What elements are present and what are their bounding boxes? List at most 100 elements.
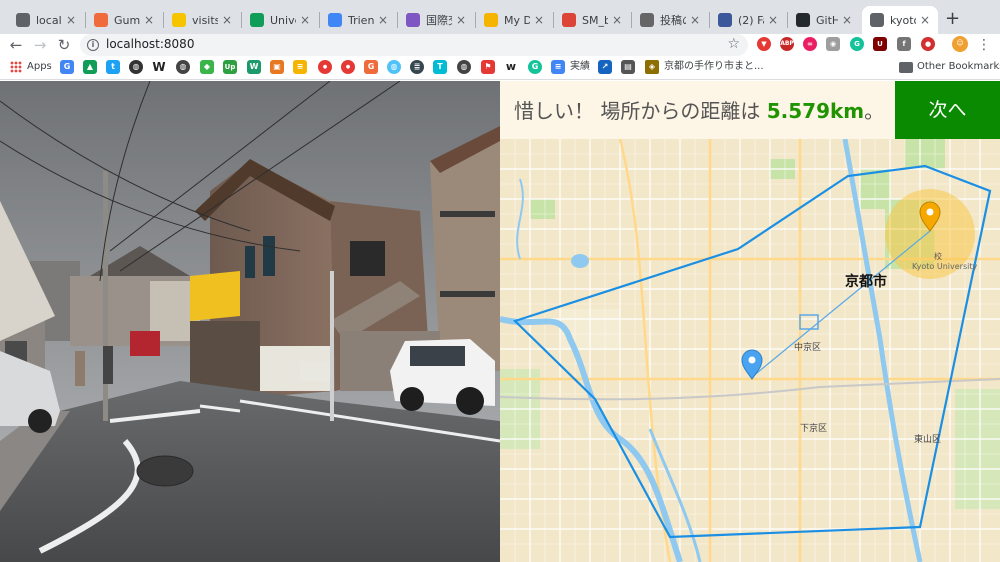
tab-label: kyoto_g bbox=[890, 13, 916, 27]
tab-7[interactable]: SM_boo × bbox=[554, 6, 630, 34]
city-label: 京都市 bbox=[845, 274, 887, 290]
toolbar: ← → ↻ i localhost:8080 ☆ ▼ ABP ∞ ◉ G U f… bbox=[0, 34, 1000, 56]
globe-blue-icon[interactable]: ◍ bbox=[387, 60, 401, 74]
info-icon[interactable]: i bbox=[87, 39, 99, 51]
close-tab-icon[interactable]: × bbox=[144, 13, 156, 27]
forward-button[interactable]: → bbox=[30, 34, 50, 56]
stack-icon[interactable]: ≣ bbox=[410, 60, 424, 74]
ublock-icon[interactable]: U bbox=[873, 37, 887, 51]
tab-11[interactable]: kyoto_g × bbox=[862, 6, 938, 34]
slides-icon[interactable]: ≡ bbox=[293, 60, 307, 74]
orange-bookmark-icon[interactable]: ▣ bbox=[270, 60, 284, 74]
globe-icon bbox=[16, 13, 30, 27]
result-bar: 惜しい！ 場所からの距離は 5.579km。 bbox=[500, 81, 895, 139]
visits-icon bbox=[172, 13, 186, 27]
tab-label: Gumroa bbox=[114, 13, 140, 27]
close-tab-icon[interactable]: × bbox=[378, 13, 390, 27]
camera-icon[interactable]: ◉ bbox=[826, 37, 840, 51]
address-bar[interactable]: i localhost:8080 ☆ bbox=[80, 34, 748, 56]
t-bookmark-icon[interactable]: T bbox=[433, 60, 447, 74]
twitter-icon[interactable]: t bbox=[106, 60, 120, 74]
rakuten-icon[interactable]: ● bbox=[341, 60, 355, 74]
facebook-ext-icon[interactable]: f bbox=[897, 37, 911, 51]
tab-strip: localho × Gumroa × visits - × Univers × Trienna ×… bbox=[0, 0, 1000, 34]
distance-value: 5.579km bbox=[766, 99, 865, 123]
street-scene bbox=[0, 81, 500, 562]
drive-bookmark-icon[interactable]: ▲ bbox=[83, 60, 97, 74]
tab-0[interactable]: localho × bbox=[8, 6, 84, 34]
tab-label: visits - bbox=[192, 13, 218, 27]
globe-bookmark-icon[interactable]: ◍ bbox=[129, 60, 143, 74]
new-tab-button[interactable]: + bbox=[945, 8, 960, 29]
upwork-icon[interactable]: Up bbox=[223, 60, 237, 74]
ward-label-nakagyo: 中京区 bbox=[794, 343, 822, 353]
tab-2[interactable]: visits - × bbox=[164, 6, 240, 34]
apps-grid-icon[interactable] bbox=[10, 61, 22, 73]
url-text: localhost:8080 bbox=[106, 37, 195, 51]
tab-label: SM_boo bbox=[582, 13, 608, 27]
extension-vivaldi-icon[interactable]: ▼ bbox=[757, 37, 771, 51]
close-tab-icon[interactable]: × bbox=[456, 13, 468, 27]
feedly-icon[interactable]: ◆ bbox=[200, 60, 214, 74]
tab-label: Trienna bbox=[348, 13, 374, 27]
tab-10[interactable]: GitHub × bbox=[788, 6, 860, 34]
tab-5[interactable]: 国際交 × bbox=[398, 6, 474, 34]
rakuten-icon[interactable]: ● bbox=[318, 60, 332, 74]
tab-label: Univers bbox=[270, 13, 296, 27]
tab-6[interactable]: My Driv × bbox=[476, 6, 552, 34]
bag-icon[interactable]: ◈ bbox=[645, 60, 659, 74]
close-tab-icon[interactable]: × bbox=[690, 13, 702, 27]
reload-button[interactable]: ↻ bbox=[54, 34, 74, 56]
result-suffix: 。 bbox=[864, 99, 885, 123]
tab-9[interactable]: (2) Face × bbox=[710, 6, 786, 34]
translate-icon[interactable]: G bbox=[60, 60, 74, 74]
close-tab-icon[interactable]: × bbox=[768, 13, 780, 27]
close-tab-icon[interactable]: × bbox=[300, 13, 312, 27]
tab-8[interactable]: 投稿の編 × bbox=[632, 6, 708, 34]
close-tab-icon[interactable]: × bbox=[920, 13, 932, 27]
film-icon[interactable]: ▤ bbox=[621, 60, 635, 74]
arrow-bookmark-icon[interactable]: ↗ bbox=[598, 60, 612, 74]
tab-label: My Driv bbox=[504, 13, 530, 27]
bookmark-kyoto-market[interactable]: 京都の手作り市まと... bbox=[664, 60, 764, 74]
drive-icon bbox=[484, 13, 498, 27]
gumroad-bookmark-icon[interactable]: G bbox=[364, 60, 378, 74]
bookmarks-bar: Apps G ▲ t ◍ W ◍ ◆ Up W ▣ ≡ ● ● G ◍ ≣ T … bbox=[0, 56, 1000, 80]
tab-1[interactable]: Gumroa × bbox=[86, 6, 162, 34]
globe-bookmark-icon[interactable]: ◍ bbox=[457, 60, 471, 74]
tab-3[interactable]: Univers × bbox=[242, 6, 318, 34]
extension-red-icon[interactable]: ● bbox=[921, 37, 935, 51]
university-kanji-label: 校 bbox=[934, 252, 942, 261]
grammarly-bookmark-icon[interactable]: G bbox=[528, 60, 542, 74]
wikipedia-small-icon[interactable]: w bbox=[504, 60, 518, 74]
grammarly-icon[interactable]: G bbox=[850, 37, 864, 51]
close-tab-icon[interactable]: × bbox=[842, 13, 854, 27]
back-button[interactable]: ← bbox=[6, 34, 26, 56]
w-bookmark-icon[interactable]: W bbox=[247, 60, 261, 74]
result-map[interactable]: 京都市 校 Kyoto University 中京区 下京区 東山区 bbox=[500, 139, 1000, 562]
page-icon bbox=[406, 13, 420, 27]
menu-kebab-icon[interactable]: ⋮ bbox=[974, 34, 994, 56]
tab-4[interactable]: Trienna × bbox=[320, 6, 396, 34]
close-tab-icon[interactable]: × bbox=[534, 13, 546, 27]
close-tab-icon[interactable]: × bbox=[612, 13, 624, 27]
close-tab-icon[interactable]: × bbox=[66, 13, 78, 27]
adblock-icon[interactable]: ABP bbox=[780, 37, 794, 51]
next-button[interactable]: 次へ bbox=[895, 81, 1000, 139]
bookmark-jisseki[interactable]: 実績 bbox=[570, 60, 590, 74]
bookmark-star-icon[interactable]: ☆ bbox=[727, 36, 740, 52]
bookmark-apps[interactable]: Apps bbox=[27, 60, 52, 74]
extension-pink-icon[interactable]: ∞ bbox=[803, 37, 817, 51]
globe-bookmark-icon[interactable]: ◍ bbox=[176, 60, 190, 74]
avatar[interactable]: ☺ bbox=[952, 36, 968, 52]
folder-icon bbox=[899, 62, 913, 73]
close-tab-icon[interactable]: × bbox=[222, 13, 234, 27]
tab-label: 国際交 bbox=[426, 14, 452, 27]
street-view-panorama[interactable] bbox=[0, 81, 500, 562]
maps-pin-bookmark-icon[interactable]: ⚑ bbox=[481, 60, 495, 74]
wikipedia-icon[interactable]: W bbox=[152, 60, 166, 74]
docs-icon[interactable]: ≡ bbox=[551, 60, 565, 74]
gumroad-icon bbox=[94, 13, 108, 27]
bookmark-other[interactable]: Other Bookmarks bbox=[917, 60, 1000, 74]
pdf-icon bbox=[562, 13, 576, 27]
